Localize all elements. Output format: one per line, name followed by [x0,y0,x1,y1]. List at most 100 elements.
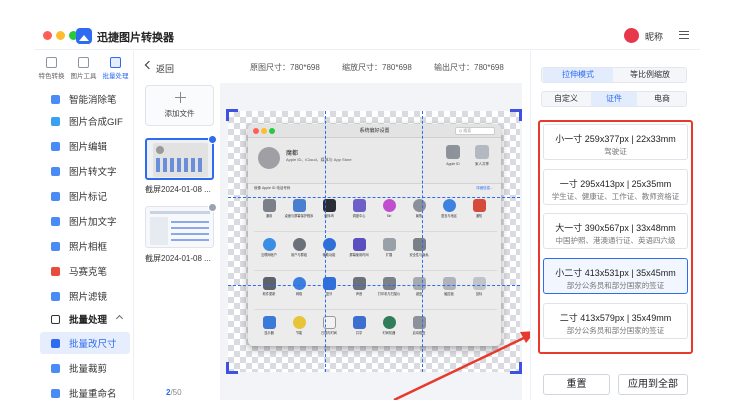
crop-handle-bottom-left[interactable] [226,362,238,374]
sidebar-item-label: 图片转文字 [69,167,117,178]
file-thumbnail-selected[interactable] [145,138,214,180]
sidebar-item-add-text[interactable]: 图片加文字 [40,210,130,232]
pref-label: 声音 [355,292,363,296]
crop-icon [51,363,60,373]
tab-ecommerce[interactable]: 电商 [639,92,685,106]
pref-label: 扩展 [385,253,393,257]
preset-small-one-inch[interactable]: 小一寸 259x377px | 22x33mm 驾驶证 [543,124,688,160]
reset-button[interactable]: 重置 [543,374,610,395]
text-icon [51,216,60,226]
crop-handle-bottom-right[interactable] [510,362,522,374]
tab-feature-convert[interactable]: 特色转换 [36,55,67,85]
sidebar-item-label: 图片加文字 [69,217,117,228]
pref-row: 显示器 节能 日期与时间 共享 时间机器 启动磁盘 [254,313,497,346]
file-caption: 截屏2024-01-08 ... [145,185,211,194]
hamburger-menu-icon[interactable] [679,31,689,39]
user-nickname[interactable]: 昵称 [645,30,663,43]
tab-stretch-mode[interactable]: 拉伸模式 [543,68,613,82]
tab-batch-process[interactable]: 批量处理 [100,55,131,85]
tab-image-tools[interactable]: 图片工具 [68,55,99,85]
preset-two-inch[interactable]: 二寸 413x579px | 35x49mm 部分公务员和部分国家的签证 [543,303,688,339]
sidebar-item-image-to-text[interactable]: 图片转文字 [40,160,130,182]
general-icon [262,199,276,212]
notifications-icon [472,199,486,212]
sharing-icon [352,316,366,329]
tab-id-photo[interactable]: 证件 [591,92,637,106]
sidebar-item-image-edit[interactable]: 图片编辑 [40,135,130,157]
add-file-label: 添加文件 [164,109,195,118]
preview-user-name: 魔都 [286,151,299,157]
internet-accounts-icon [262,238,276,251]
sidebar-item-photo-frame[interactable]: 照片相框 [40,235,130,257]
pref-label: 网络 [295,292,303,296]
sidebar-section-label: 批量处理 [69,315,108,326]
crop-handle-top-right[interactable] [510,109,522,121]
preset-desc: 驾驶证 [604,147,627,156]
sidebar-item-batch-crop[interactable]: 批量裁剪 [40,357,130,379]
sidebar: 特色转换 图片工具 批量处理 智能消除笔 图片合成GIF 图片编辑 图片转文字 … [34,51,134,400]
pref-label: 互联网帐户 [261,253,277,257]
pref-row: 软件更新 网络 蓝牙 声音 打印机与扫描仪 键盘 触控板 鼠标 [254,274,497,310]
file-thumbnail[interactable] [145,206,214,248]
crop-guide-horizontal [228,285,520,286]
users-icon [292,238,306,251]
sidebar-item-filter[interactable]: 照片滤镜 [40,285,130,307]
preset-one-inch[interactable]: 一寸 295x413px | 25x35mm 学生证、健康证、工作证、教师资格证 [543,169,688,205]
tab-custom[interactable]: 自定义 [543,92,589,106]
app-logo-icon [76,28,92,44]
edit-icon [51,141,60,151]
sidebar-item-batch-rename[interactable]: 批量重命名 [40,382,130,400]
user-avatar[interactable] [624,28,639,43]
sidebar-item-mosaic[interactable]: 马赛克笔 [40,260,130,282]
security-icon [412,238,426,251]
spotlight-icon [412,199,426,212]
tab-label: 特色转换 [38,73,65,80]
pref-row: 互联网帐户 用户与群组 辅助功能 屏幕使用时间 扩展 安全性与隐私 [254,235,497,271]
apple-id-label: Apple ID [446,162,460,166]
crop-handle-top-left[interactable] [226,109,238,121]
scaled-size-label: 缩放尺寸：780*698 [342,63,412,72]
minimize-window-button[interactable] [56,31,65,40]
time-machine-icon [382,316,396,329]
pref-label: 启动磁盘 [412,331,426,335]
preset-large-one-inch[interactable]: 大一寸 390x567px | 33x48mm 中国护照、港澳通行证、英语四六级 [543,213,688,249]
page-counter: 2/50 [166,388,182,397]
sidebar-section-batch[interactable]: 批量处理 [40,308,130,330]
tab-label: 批量处理 [102,73,129,80]
network-icon [292,277,306,290]
sidebar-item-image-mark[interactable]: 图片标记 [40,185,130,207]
pref-label: 蓝牙 [325,292,333,296]
sidebar-item-label: 批量改尺寸 [69,339,117,350]
sidebar-item-gif[interactable]: 图片合成GIF [40,110,130,132]
preview-window-bar: 系统偏好设置 Q 搜索 [248,124,501,138]
crop-guide-horizontal [228,197,520,198]
close-window-button[interactable] [43,31,52,40]
batch-folder-icon [51,314,60,324]
back-button[interactable]: 返回 [156,62,174,75]
app-title: 迅捷图片转换器 [97,32,174,44]
image-tools-icon [78,57,89,68]
pref-label: 显示器 [264,331,274,335]
pref-label: 软件更新 [262,292,276,296]
preset-title: 一寸 295x413px | 25x35mm [559,179,672,189]
printer-icon [382,277,396,290]
tab-proportional-scale[interactable]: 等比例缩放 [615,68,685,82]
sidebar-item-batch-resize[interactable]: 批量改尺寸 [40,332,130,354]
apply-all-button[interactable]: 应用到全部 [618,374,688,395]
ocr-icon [51,166,60,176]
add-file-button[interactable]: 添加文件 [145,85,214,126]
mark-icon [51,191,60,201]
pref-label: 安全性与隐私 [409,253,429,257]
preset-small-two-inch[interactable]: 小二寸 413x531px | 35x45mm 部分公务员和部分国家的签证 [543,258,688,294]
back-arrow-icon[interactable] [144,60,154,70]
tab-label: 图片工具 [70,73,97,80]
preset-title: 小一寸 259x377px | 22x33mm [555,134,676,144]
sidebar-item-label: 图片标记 [69,192,108,203]
mosaic-icon [51,266,60,276]
preset-desc: 学生证、健康证、工作证、教师资格证 [551,192,680,201]
sidebar-item-smart-eraser[interactable]: 智能消除笔 [40,88,130,110]
sidebar-item-label: 图片编辑 [69,142,108,153]
energy-saver-icon [292,316,306,329]
pref-label: 触控板 [444,292,454,296]
preview-banner-link: 详细信息... [476,186,493,190]
